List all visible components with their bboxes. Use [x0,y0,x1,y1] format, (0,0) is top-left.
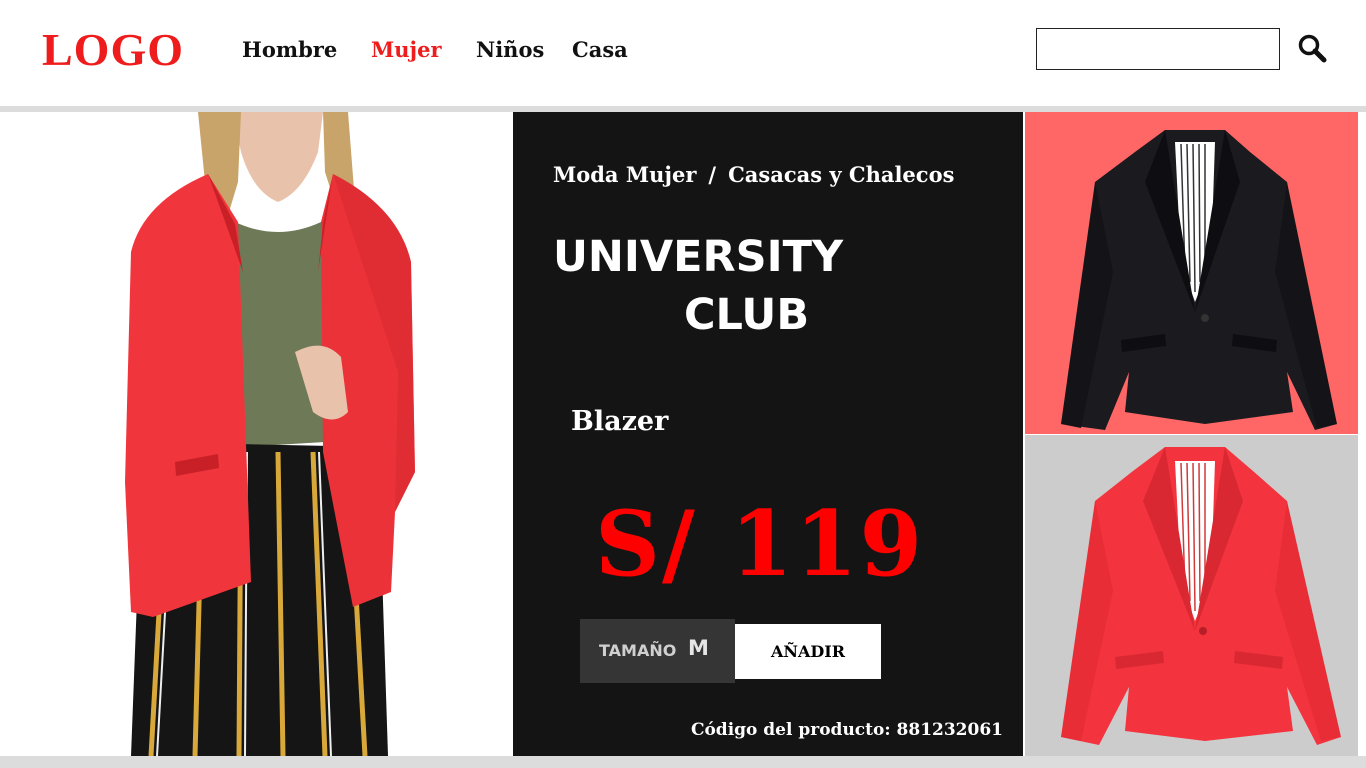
nav-item-casa[interactable]: Casa [572,36,628,64]
thumbnail-black-blazer[interactable] [1025,112,1358,434]
breadcrumb-item-moda-mujer[interactable]: Moda Mujer [553,162,696,187]
add-to-cart-button[interactable]: AÑADIR [735,624,881,679]
breadcrumb-item-casacas[interactable]: Casacas y Chalecos [728,162,954,187]
brand-name-line2: CLUB [684,290,810,340]
site-header: LOGO Hombre Mujer Niños Casa [0,0,1366,106]
breadcrumb-separator: / [708,162,717,187]
product-price: S/ 119 [595,491,925,597]
size-label: TAMAÑO [599,641,677,660]
nav-item-hombre[interactable]: Hombre [242,36,337,64]
product-info-panel: Moda Mujer / Casacas y Chalecos UNIVERSITY… [513,112,1023,756]
size-value: M [688,636,709,660]
footer-strip [0,756,1366,768]
brand-name-line1: UNIVERSITY [553,232,844,282]
search-input[interactable] [1036,28,1280,70]
search-icon[interactable] [1296,32,1330,66]
size-selector[interactable]: TAMAÑO M [580,619,735,683]
nav-item-ninos[interactable]: Niños [476,36,544,64]
site-logo[interactable]: LOGO [42,24,184,76]
breadcrumb: Moda Mujer / Casacas y Chalecos [553,162,954,187]
product-code: Código del producto: 881232061 [690,720,1003,740]
thumbnail-red-blazer[interactable] [1025,435,1358,756]
model-photo [3,112,511,756]
product-type: Blazer [571,406,669,437]
nav-item-mujer[interactable]: Mujer [371,36,442,64]
